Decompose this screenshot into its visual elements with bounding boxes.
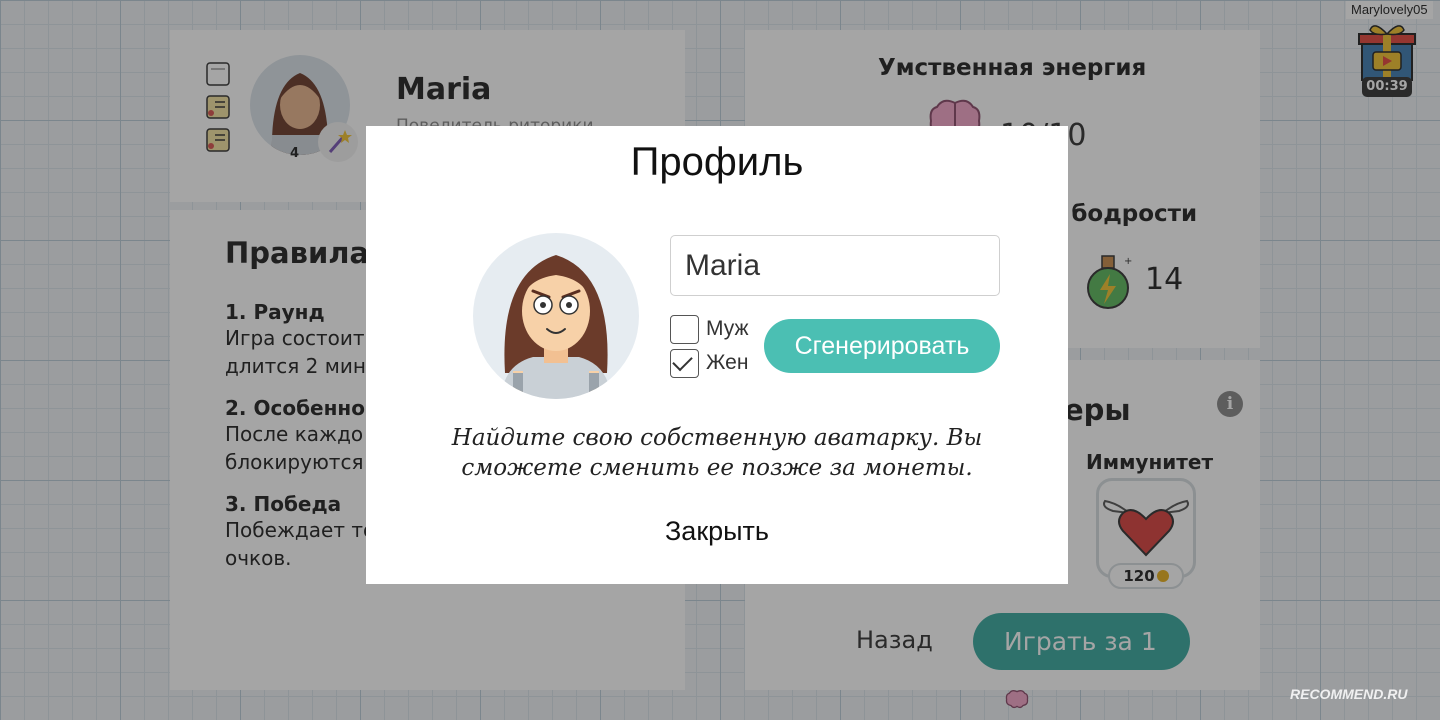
gender-male-label: Муж	[706, 317, 749, 340]
hint-line: сможете сменить ее позже за монеты.	[461, 455, 973, 481]
generate-button[interactable]: Сгенерировать	[764, 319, 1000, 373]
watermark: RECOMMEND.RU	[1290, 686, 1408, 702]
avatar-illustration	[501, 255, 611, 399]
hint-line: Найдите свою собственную аватарку. Вы	[451, 425, 983, 451]
name-input[interactable]	[670, 235, 1000, 296]
male-checkbox[interactable]	[670, 314, 699, 344]
close-button[interactable]: Закрыть	[366, 516, 1068, 547]
gender-female-option[interactable]: Жен	[670, 348, 748, 378]
avatar-preview	[473, 233, 639, 399]
gender-male-option[interactable]: Муж	[670, 314, 749, 344]
modal-title: Профиль	[630, 140, 804, 184]
gender-female-label: Жен	[706, 351, 749, 374]
profile-modal: Профиль Maria Муж Жен Сгенерировать Найд…	[366, 126, 1068, 584]
modal-hint: Найдите свою собственную аватарку. Вы см…	[426, 423, 1008, 483]
check-mark-icon	[672, 350, 693, 371]
female-checkbox[interactable]	[670, 348, 699, 378]
